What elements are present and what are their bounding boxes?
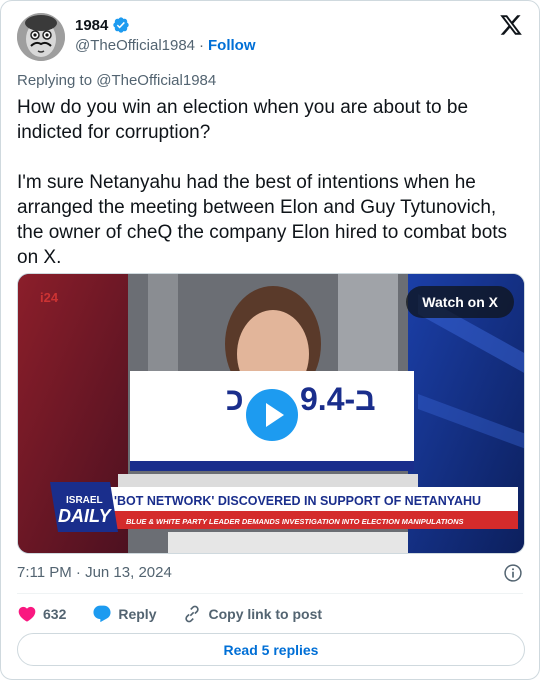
divider bbox=[17, 593, 523, 594]
link-icon bbox=[185, 605, 200, 623]
x-logo-icon[interactable] bbox=[499, 13, 523, 37]
reply-icon bbox=[93, 605, 111, 623]
show-brand-line2: DAILY bbox=[58, 506, 113, 526]
show-brand-line1: ISRAEL bbox=[66, 495, 103, 506]
read-replies-button[interactable]: Read 5 replies bbox=[17, 633, 525, 666]
timestamp[interactable]: 7:11 PM · Jun 13, 2024 bbox=[17, 564, 172, 581]
tweet-text: How do you win an election when you are … bbox=[17, 97, 508, 268]
video-thumbnail[interactable]: i24 כ 9.4-ב ISRAEL DAILY 'BOT NETWORK' D… bbox=[17, 273, 525, 554]
like-count: 632 bbox=[43, 606, 67, 622]
channel-logo: i24 bbox=[40, 290, 59, 305]
watch-on-x-button[interactable]: Watch on X bbox=[406, 286, 514, 318]
headline-prefix: כ bbox=[226, 381, 244, 417]
video-subheadline: BLUE & WHITE PARTY LEADER DEMANDS INVEST… bbox=[126, 517, 464, 526]
handle-separator: · bbox=[199, 37, 205, 54]
author-name[interactable]: 1984 bbox=[75, 17, 108, 34]
copy-link-label: Copy link to post bbox=[208, 606, 323, 622]
headline-number: 9.4-ב bbox=[300, 381, 376, 417]
play-icon[interactable] bbox=[243, 386, 301, 444]
heart-icon bbox=[18, 606, 36, 622]
info-icon[interactable] bbox=[503, 563, 523, 583]
verified-badge-icon bbox=[112, 16, 130, 34]
tweet-card: 1984 @TheOfficial1984 · Follow Replying … bbox=[0, 0, 540, 680]
video-headline: 'BOT NETWORK' DISCOVERED IN SUPPORT OF N… bbox=[114, 494, 481, 508]
like-button[interactable]: 632 bbox=[17, 604, 66, 624]
avatar[interactable] bbox=[17, 13, 65, 61]
reply-button[interactable]: Reply bbox=[92, 604, 156, 624]
author-handle[interactable]: @TheOfficial1984 bbox=[75, 37, 195, 54]
copy-link-button[interactable]: Copy link to post bbox=[182, 604, 322, 624]
follow-button[interactable]: Follow bbox=[208, 37, 256, 54]
reply-label: Reply bbox=[118, 606, 157, 622]
replying-to[interactable]: Replying to @TheOfficial1984 bbox=[17, 72, 216, 89]
